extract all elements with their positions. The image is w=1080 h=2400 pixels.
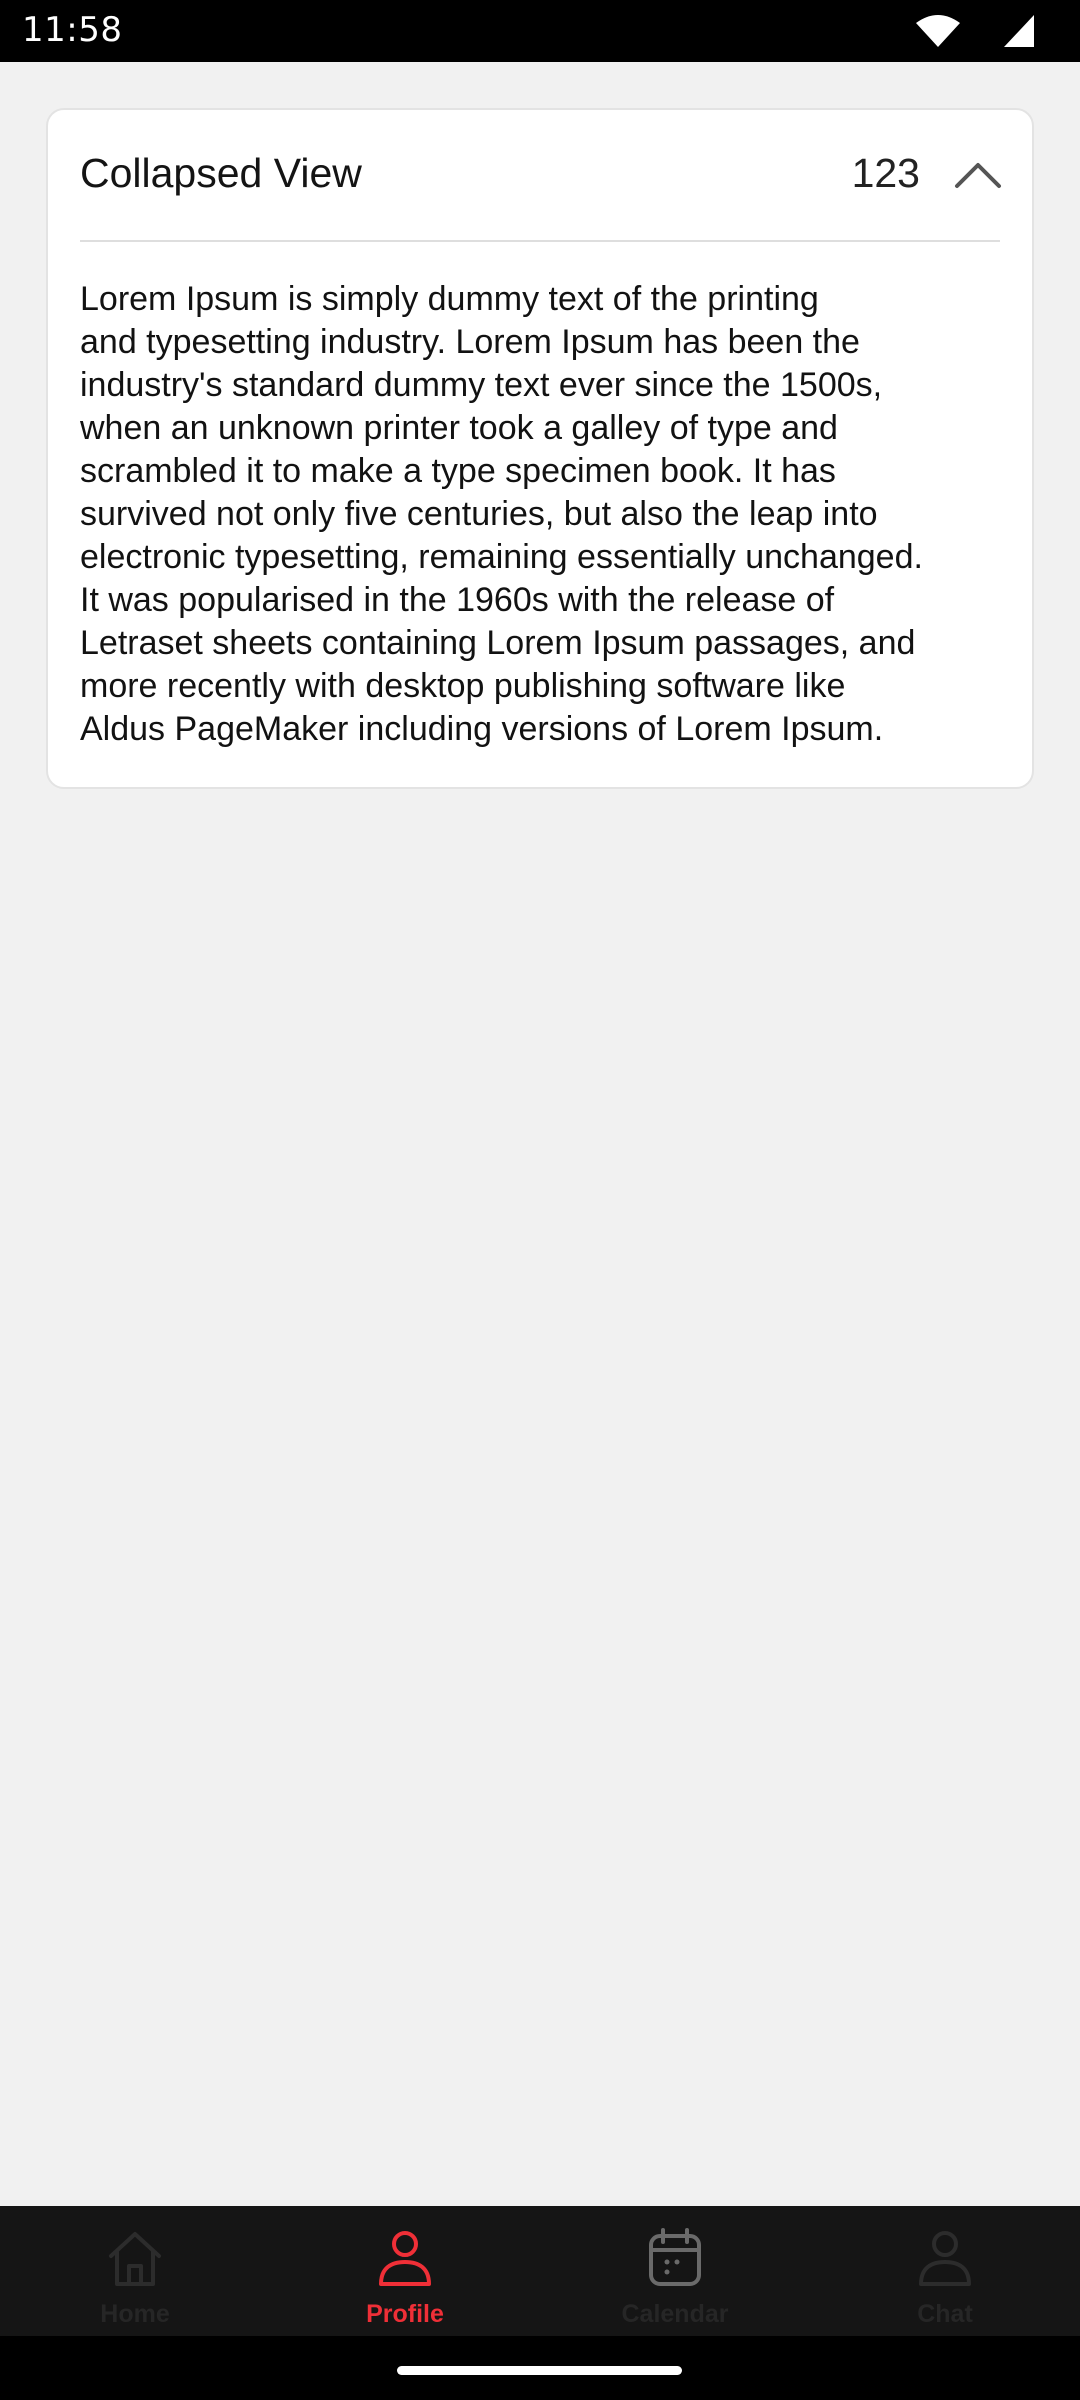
wifi-icon [916,15,960,47]
chat-icon [919,2231,971,2286]
nav-item-profile[interactable]: Profile [270,2206,540,2336]
card-header-toggle[interactable]: Collapsed View 123 [48,110,1032,240]
chevron-up-icon[interactable] [954,160,1002,190]
calendar-icon [649,2228,701,2286]
bottom-navigation: Home Profile Calendar Chat [0,2206,1080,2336]
status-time: 11:58 [22,10,123,50]
cellular-signal-icon [1004,15,1034,47]
nav-label-home: Home [100,2300,170,2328]
home-icon [109,2232,161,2286]
nav-label-calendar: Calendar [621,2300,729,2328]
nav-item-calendar[interactable]: Calendar [540,2206,810,2336]
nav-label-profile: Profile [366,2300,444,2328]
nav-item-home[interactable]: Home [0,2206,270,2336]
card-divider [80,240,1000,242]
profile-icon [379,2231,431,2286]
collapsible-card: Collapsed View 123 Lorem Ipsum is simply… [46,108,1034,789]
status-icons [916,15,1034,47]
card-title: Collapsed View [80,150,362,196]
nav-label-chat: Chat [917,2300,973,2328]
card-body-text: Lorem Ipsum is simply dummy text of the … [80,280,923,748]
card-count: 123 [851,150,920,196]
home-indicator[interactable] [397,2366,682,2375]
status-bar: 11:58 [0,0,1080,62]
nav-item-chat[interactable]: Chat [810,2206,1080,2336]
